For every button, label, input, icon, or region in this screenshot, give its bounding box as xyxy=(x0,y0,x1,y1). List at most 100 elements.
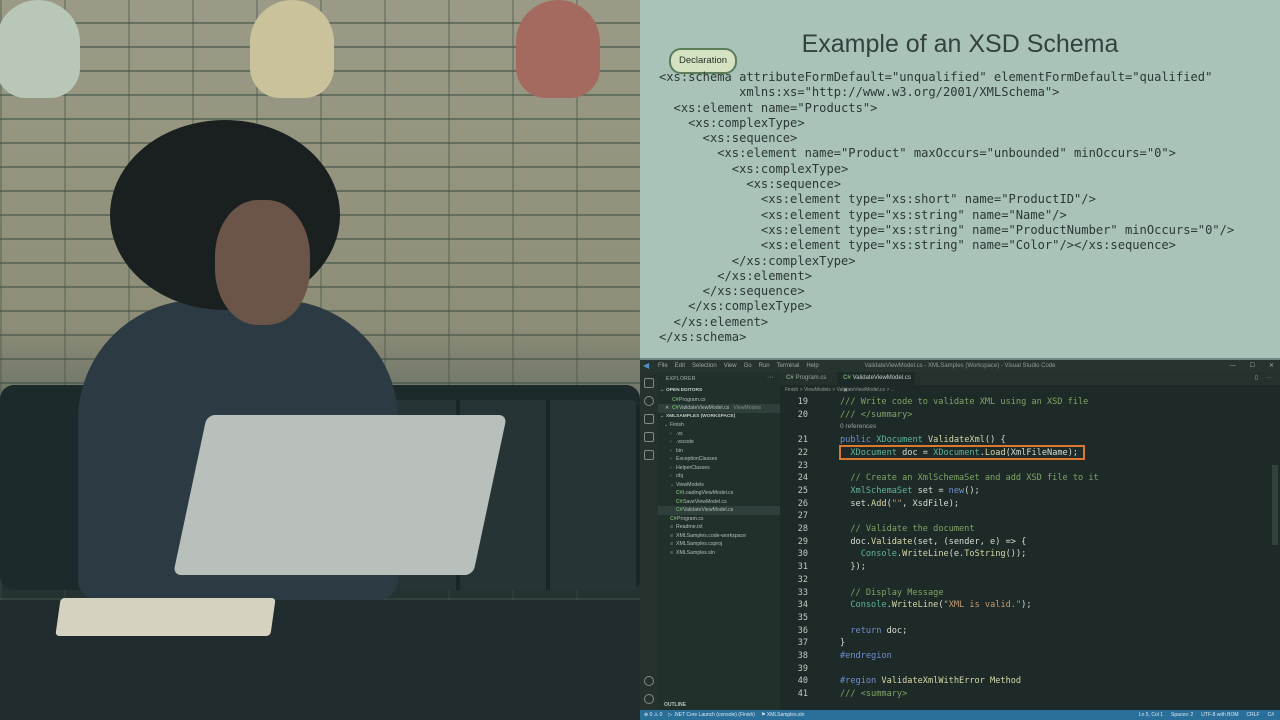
code-editor[interactable]: 19 /// Write code to validate XML using a… xyxy=(780,395,1280,710)
sidebar-item[interactable]: C#LoadingViewModel.cs xyxy=(658,489,798,498)
code-line[interactable]: }); xyxy=(840,562,866,572)
skateboard-deck xyxy=(0,0,80,98)
codelens-references[interactable]: 0 references xyxy=(840,423,876,430)
file-icon: ≡ xyxy=(670,549,674,556)
sidebar-item[interactable]: › obj xyxy=(658,472,792,481)
sidebar-item[interactable]: ≡ XMLSamples.code-workspace xyxy=(658,532,792,541)
status-eol[interactable]: CRLF xyxy=(1247,710,1260,720)
code-line[interactable]: public XDocument ValidateXml() { xyxy=(840,435,1006,445)
sidebar-item[interactable]: C#Program.cs xyxy=(658,396,794,405)
xsd-schema-code: <xs:schema attributeFormDefault="unquali… xyxy=(659,70,1235,345)
close-icon[interactable]: ✕ xyxy=(1269,360,1274,372)
status-encoding[interactable]: UTF-8 with BOM xyxy=(1201,710,1238,720)
minimize-icon[interactable]: — xyxy=(1230,360,1236,372)
code-line[interactable]: set.Add("", XsdFile); xyxy=(840,499,959,509)
sidebar-item-label: XMLSamples.sln xyxy=(676,549,715,556)
sidebar-item[interactable]: ≡ XMLSamples.sln xyxy=(658,549,792,558)
sidebar-item-label: OPEN EDITORS xyxy=(666,388,703,393)
sidebar-item-label: ValidateViewModel.cs xyxy=(679,405,730,411)
status-problems[interactable]: ⊗ 0 ⚠ 0 xyxy=(644,710,662,720)
code-line[interactable]: /// Write code to validate XML using an … xyxy=(840,397,1088,407)
code-line[interactable]: // Create an XmlSchemaSet and add XSD fi… xyxy=(840,473,1098,483)
status-indentation[interactable]: Spaces: 2 xyxy=(1171,710,1193,720)
extensions-icon[interactable] xyxy=(644,450,654,460)
code-line[interactable]: Console.WriteLine("XML is valid."); xyxy=(840,600,1031,610)
csharp-file-icon: C# xyxy=(672,405,679,411)
line-number: 20 xyxy=(797,409,808,420)
line-number: 33 xyxy=(797,587,808,598)
code-line[interactable]: /// </summary> xyxy=(840,410,912,420)
line-number: 30 xyxy=(797,549,808,560)
line-number: 22 xyxy=(797,447,808,458)
code-line[interactable]: #region ValidateXmlWithError Method xyxy=(840,676,1021,686)
chevron-right-icon: › xyxy=(670,464,672,471)
status-solution[interactable]: ⚑ XMLSamples.sln xyxy=(761,710,804,720)
code-line[interactable]: // Validate the document xyxy=(840,524,974,534)
sidebar-item[interactable]: › bin xyxy=(658,447,792,456)
code-line[interactable]: // Display Message xyxy=(840,588,943,598)
sidebar-item-label: Finish xyxy=(670,422,684,428)
line-number: 38 xyxy=(797,651,808,661)
more-icon[interactable]: ··· xyxy=(767,374,774,381)
code-line[interactable]: XmlSchemaSet set = new(); xyxy=(840,486,979,496)
close-icon[interactable]: ✕ xyxy=(665,404,669,413)
sidebar-item[interactable]: ≡ Readme.txt xyxy=(658,523,792,532)
line-number: 40 xyxy=(797,676,808,687)
skateboard-deck xyxy=(250,0,334,98)
sidebar-item[interactable]: ≡ XMLSamples.csproj xyxy=(658,540,792,549)
sidebar-item-label: Readme.txt xyxy=(676,524,703,530)
sidebar-item[interactable]: ⌄ ViewModels xyxy=(658,481,792,490)
source-control-icon[interactable] xyxy=(644,414,654,424)
sidebar-item-label: LoadingViewModel.cs xyxy=(683,490,734,496)
editor-actions: ▯ ··· xyxy=(1255,372,1272,385)
code-line[interactable]: doc.Validate(set, (sender, e) => { xyxy=(840,537,1026,547)
code-line[interactable]: XDocument doc = XDocument.Load(XmlFileNa… xyxy=(840,448,1078,458)
tab-validateviewmodel-cs[interactable]: C# ValidateViewModel.cs ✕ xyxy=(837,372,915,394)
more-actions-icon[interactable]: ··· xyxy=(1266,372,1272,385)
sidebar-item-label: ViewModels xyxy=(676,481,704,488)
line-number: 29 xyxy=(797,536,808,547)
line-number: 31 xyxy=(797,562,808,573)
sidebar-item[interactable]: C#SaveViewModel.cs xyxy=(658,498,798,507)
explorer-title: EXPLORER xyxy=(666,376,696,382)
sidebar-item[interactable]: › ExceptionClasses xyxy=(658,455,792,464)
status-launch-config[interactable]: ▷ .NET Core Launch (console) (Finish) xyxy=(668,710,755,720)
sidebar-item-label: .vs xyxy=(676,430,683,437)
outline-section[interactable]: OUTLINE xyxy=(658,701,780,710)
split-editor-icon[interactable]: ▯ xyxy=(1255,372,1258,385)
chevron-right-icon: › xyxy=(670,456,672,462)
csharp-file-icon: C# xyxy=(676,507,683,513)
chevron-right-icon: › xyxy=(670,473,672,479)
run-debug-icon[interactable] xyxy=(644,432,654,442)
sidebar-item[interactable]: › .vscode xyxy=(658,438,792,447)
sidebar-item[interactable]: › .vs xyxy=(658,430,792,439)
sidebar-item-label: XMLSAMPLES (WORKSPACE) xyxy=(666,413,736,419)
sidebar-item[interactable]: ✕ C#ValidateViewModel.cs ViewModels xyxy=(658,404,794,413)
code-line[interactable]: return doc; xyxy=(840,626,907,636)
explorer-icon[interactable] xyxy=(644,378,654,388)
code-line[interactable]: #endregion xyxy=(840,651,892,661)
scrollbar-thumb[interactable] xyxy=(1272,465,1278,545)
breadcrumb[interactable]: Finish > ViewModels > ValidateViewModel.… xyxy=(780,385,1280,395)
account-icon[interactable] xyxy=(644,676,654,686)
csharp-icon: C# xyxy=(843,375,851,381)
sidebar-item[interactable]: C#ValidateViewModel.cs xyxy=(658,506,798,515)
search-icon[interactable] xyxy=(644,396,654,406)
maximize-icon[interactable]: ☐ xyxy=(1250,360,1255,372)
line-number: 24 xyxy=(797,473,808,484)
gear-icon[interactable] xyxy=(644,694,654,704)
sidebar-section-header[interactable]: ⌄ XMLSAMPLES (WORKSPACE) xyxy=(658,413,782,422)
sidebar-section-header[interactable]: ⌄ OPEN EDITORS xyxy=(658,387,782,396)
code-line[interactable]: /// <summary> xyxy=(840,689,907,699)
slide-panel: Example of an XSD Schema Declaration <xs… xyxy=(640,0,1280,358)
title-bar: ◀ File Edit Selection View Go Run Termin… xyxy=(640,360,1280,372)
sidebar-item[interactable]: C#Program.cs xyxy=(658,515,792,524)
sidebar-item[interactable]: ⌄ Finish xyxy=(658,421,786,430)
code-line[interactable]: Console.WriteLine(e.ToString()); xyxy=(840,549,1027,559)
csharp-icon: C# xyxy=(786,375,794,381)
code-line[interactable]: } xyxy=(840,638,845,648)
window-title: ValidateViewModel.cs - XMLSamples (Works… xyxy=(864,363,1056,369)
status-language[interactable]: C# xyxy=(1268,710,1274,720)
status-cursor-position[interactable]: Ln 5, Col 1 xyxy=(1139,710,1163,720)
sidebar-item[interactable]: › HelperClasses xyxy=(658,464,792,473)
